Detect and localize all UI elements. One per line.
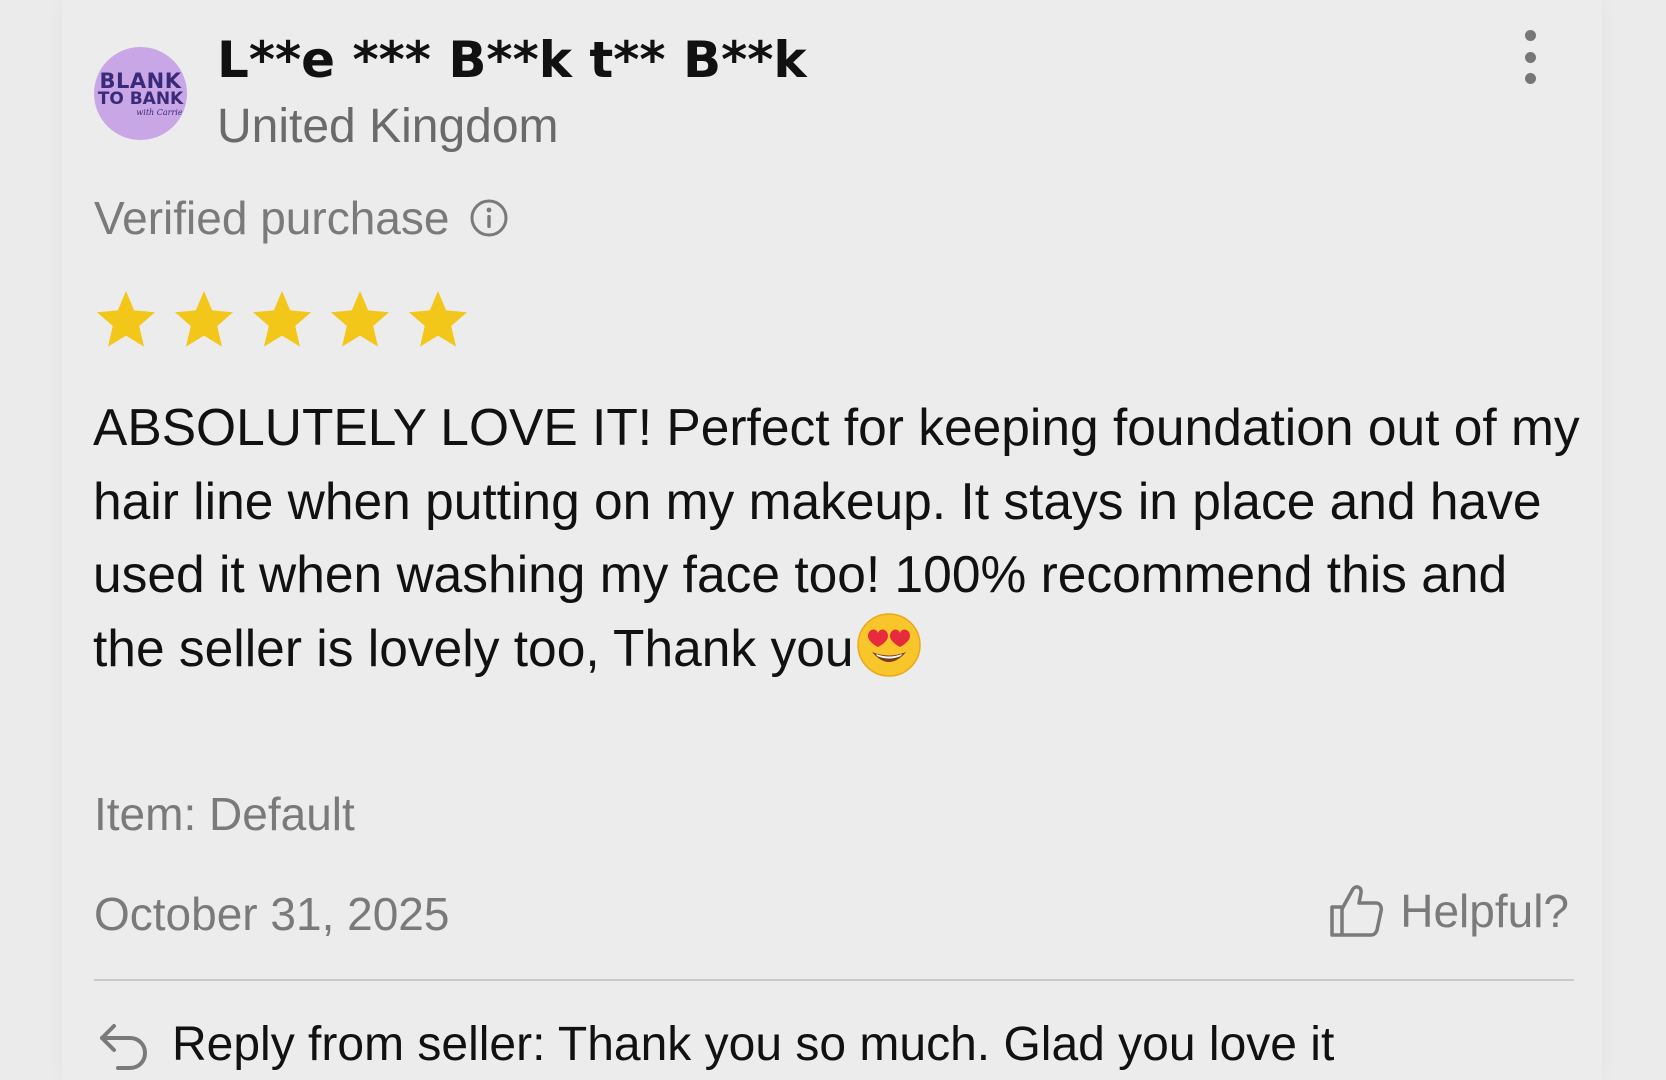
seller-reply: Reply from seller: Thank you so much. Gl…: [96, 1013, 1334, 1077]
star-icon: [409, 291, 467, 347]
reviewer-country: United Kingdom: [217, 100, 559, 153]
divider: [94, 979, 1574, 981]
item-variant: Item: Default: [94, 788, 355, 840]
more-options-button[interactable]: [1518, 30, 1542, 84]
star-rating: [94, 288, 484, 352]
star-icon: [331, 291, 389, 347]
reply-arrow-icon: [100, 1024, 148, 1070]
review-body: ABSOLUTELY LOVE IT! Perfect for keeping …: [93, 398, 1580, 677]
heart-eyes-emoji: [856, 612, 921, 677]
seller-reply-text: Reply from seller: Thank you so much. Gl…: [172, 1018, 1335, 1071]
more-vertical-icon: [1524, 30, 1536, 41]
reviewer-name: L**e *** B**k t** B**k: [217, 31, 807, 89]
avatar-logo-script: with Carrie: [136, 107, 183, 117]
helpful-label: Helpful?: [1400, 885, 1569, 937]
verified-purchase-label: Verified purchase: [94, 192, 450, 244]
avatar-logo-text: BLANK: [99, 68, 182, 93]
more-vertical-icon-dot: [1524, 51, 1536, 63]
thumbs-up-icon: [1330, 885, 1384, 937]
star-icon: [175, 291, 233, 347]
more-vertical-icon-dot: [1524, 73, 1536, 84]
review-card: BLANK TO BANK with Carrie L**e *** B**k …: [62, 0, 1602, 1080]
review-date: October 31, 2025: [94, 888, 450, 940]
star-icon: [97, 291, 155, 347]
review-text: ABSOLUTELY LOVE IT! Perfect for keeping …: [93, 391, 1583, 685]
helpful-button[interactable]: Helpful?: [1326, 880, 1569, 942]
verified-purchase: Verified purchase: [94, 191, 509, 245]
star-icon: [253, 291, 311, 347]
info-icon[interactable]: [469, 198, 509, 238]
avatar[interactable]: BLANK TO BANK with Carrie: [94, 47, 187, 140]
avatar-logo-text: TO BANK: [97, 88, 184, 109]
